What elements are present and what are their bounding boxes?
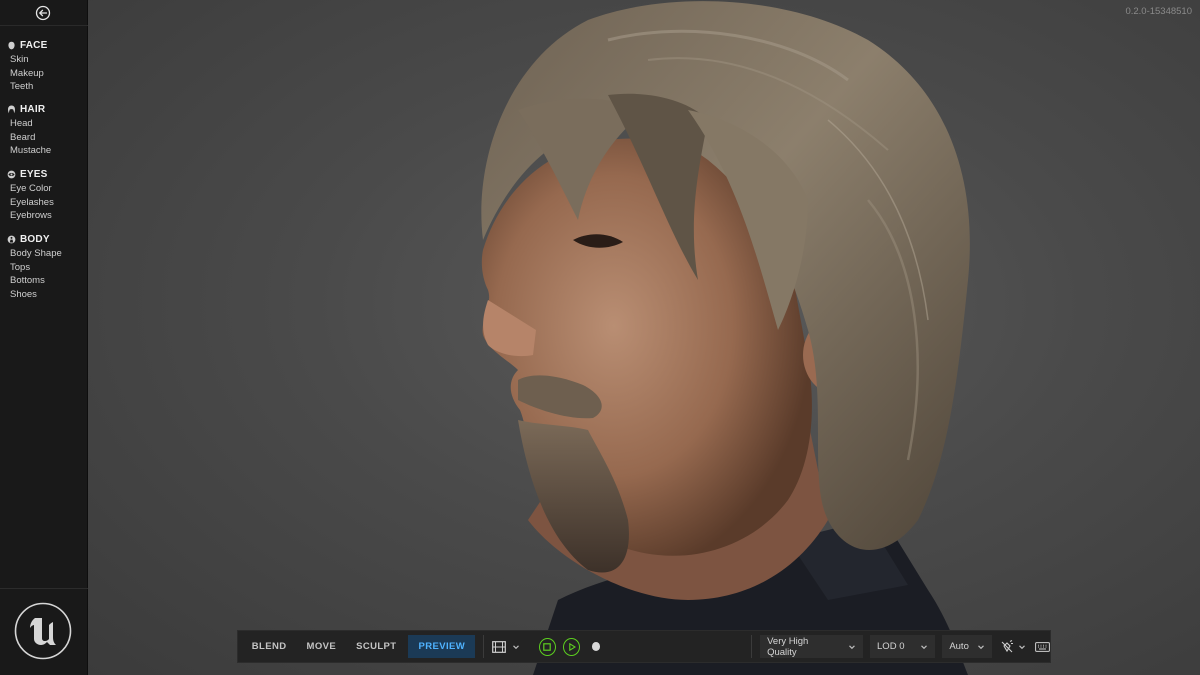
- sidebar-item-skin[interactable]: Skin: [0, 53, 88, 67]
- stop-icon: [543, 642, 552, 651]
- back-arrow-icon: [35, 5, 51, 21]
- section-hair-header[interactable]: HAIR: [0, 102, 88, 116]
- light-off-icon: [1001, 639, 1013, 652]
- character-render: [481, 1, 970, 675]
- eye-icon: [7, 170, 16, 178]
- mode-sculpt-button[interactable]: SCULPT: [346, 635, 406, 658]
- back-button[interactable]: [35, 5, 51, 21]
- sidebar-item-eye-color[interactable]: Eye Color: [0, 182, 88, 196]
- film-camera-icon: [492, 640, 506, 653]
- record-icon[interactable]: [591, 642, 601, 651]
- quality-value: Very High Quality: [767, 635, 809, 658]
- chevron-down-icon: [513, 644, 519, 649]
- sidebar-item-eyebrows[interactable]: Eyebrows: [0, 209, 88, 223]
- sidebar-item-makeup[interactable]: Makeup: [0, 67, 88, 81]
- section-body-header[interactable]: BODY: [0, 232, 88, 246]
- sidebar-item-beard[interactable]: Beard: [0, 131, 88, 145]
- unreal-logo-icon: [14, 602, 72, 660]
- chevron-down-icon: [848, 644, 855, 649]
- sidebar-item-shoes[interactable]: Shoes: [0, 288, 88, 302]
- play-icon: [569, 642, 576, 651]
- sidebar-item-body-shape[interactable]: Body Shape: [0, 247, 88, 261]
- sidebar-item-tops[interactable]: Tops: [0, 261, 88, 275]
- section-hair: HAIR Head Beard Mustache: [0, 102, 88, 158]
- version-label: 0.2.0-15348510: [1125, 6, 1192, 17]
- logo-divider: [0, 588, 88, 589]
- section-eyes-header[interactable]: EYES: [0, 167, 88, 181]
- sidebar-item-teeth[interactable]: Teeth: [0, 80, 88, 94]
- stop-button[interactable]: [538, 637, 556, 656]
- chevron-down-icon: [1018, 644, 1025, 649]
- sidebar-item-bottoms[interactable]: Bottoms: [0, 274, 88, 288]
- lod-value: LOD 0: [877, 641, 905, 652]
- section-body: BODY Body Shape Tops Bottoms Shoes: [0, 232, 88, 301]
- section-face-header[interactable]: FACE: [0, 38, 88, 52]
- chevron-down-icon: [978, 644, 984, 649]
- mode-move-button[interactable]: MOVE: [297, 635, 347, 658]
- sidebar-item-eyelashes[interactable]: Eyelashes: [0, 196, 88, 210]
- play-button[interactable]: [563, 637, 581, 656]
- sidebar-item-mustache[interactable]: Mustache: [0, 144, 88, 158]
- section-eyes-title: EYES: [20, 168, 48, 180]
- lighting-dropdown[interactable]: Auto: [942, 635, 993, 658]
- section-hair-title: HAIR: [20, 103, 46, 115]
- toolbar-divider: [483, 635, 485, 658]
- body-icon: [7, 235, 16, 243]
- sidebar-divider: [0, 25, 88, 26]
- sidebar: FACE Skin Makeup Teeth HAIR Head Beard M…: [0, 0, 88, 675]
- mode-blend-button[interactable]: BLEND: [242, 635, 297, 658]
- bottom-toolbar: BLEND MOVE SCULPT PREVIEW Very High Qual…: [237, 630, 1051, 663]
- section-body-title: BODY: [20, 233, 50, 245]
- quality-dropdown[interactable]: Very High Quality: [760, 635, 863, 658]
- lighting-value: Auto: [949, 641, 969, 652]
- sidebar-item-head[interactable]: Head: [0, 117, 88, 131]
- face-icon: [8, 41, 15, 49]
- lod-dropdown[interactable]: LOD 0: [870, 635, 935, 658]
- mode-preview-button[interactable]: PREVIEW: [408, 635, 476, 658]
- chevron-down-icon: [920, 644, 927, 649]
- hair-icon: [8, 105, 15, 113]
- keyboard-shortcuts-button[interactable]: [1035, 641, 1050, 652]
- viewport-3d[interactable]: 0.2.0-15348510: [88, 0, 1200, 675]
- camera-dropdown[interactable]: [492, 640, 520, 653]
- keyboard-icon: [1035, 641, 1050, 652]
- light-settings-dropdown[interactable]: [1000, 639, 1026, 654]
- section-eyes: EYES Eye Color Eyelashes Eyebrows: [0, 167, 88, 223]
- section-face: FACE Skin Makeup Teeth: [0, 38, 88, 94]
- toolbar-divider: [751, 635, 753, 658]
- section-face-title: FACE: [20, 39, 48, 51]
